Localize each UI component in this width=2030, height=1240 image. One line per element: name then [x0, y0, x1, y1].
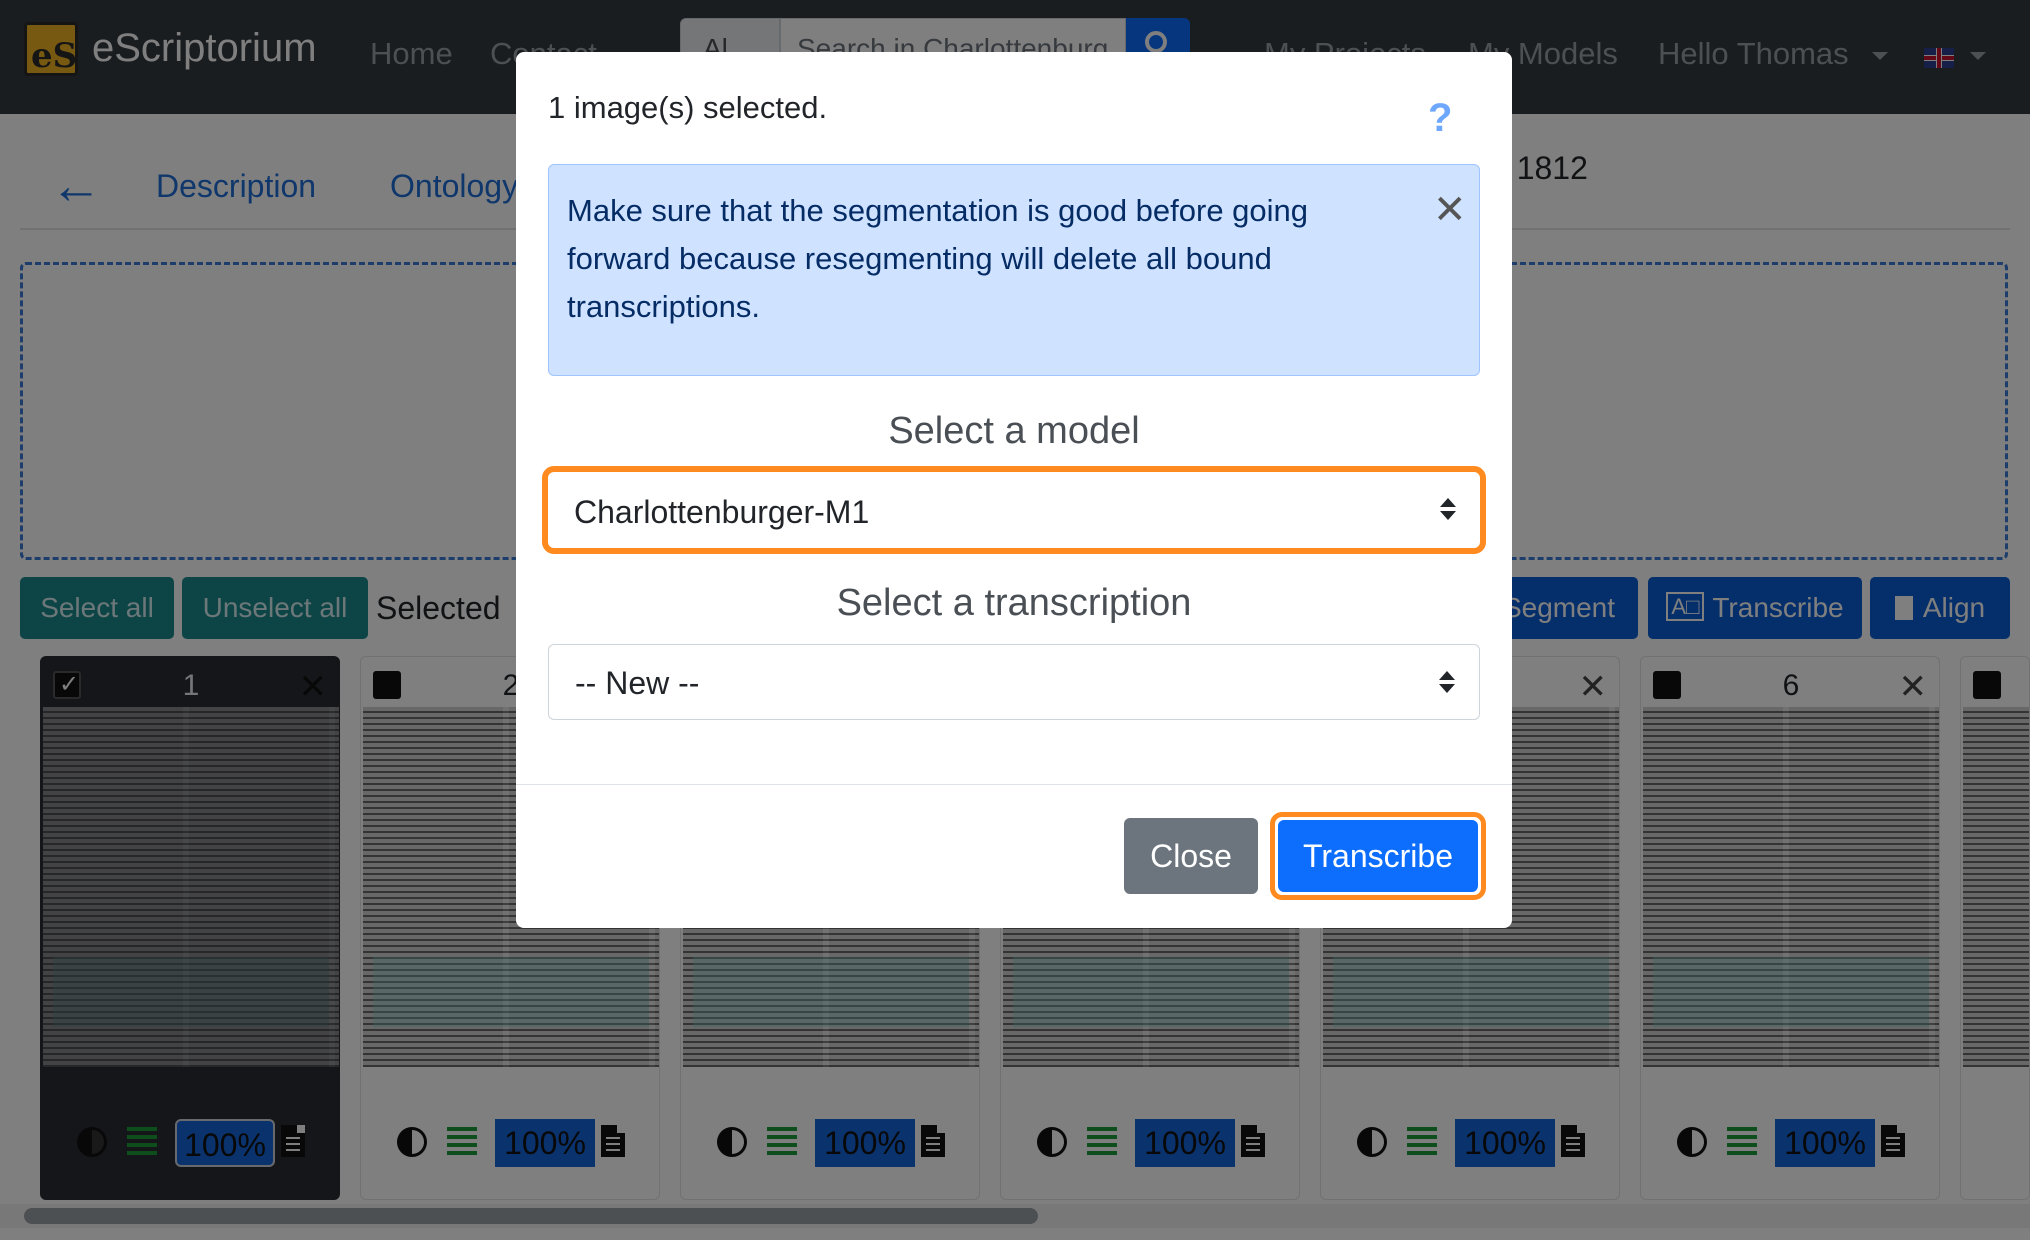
select-transcription-label: Select a transcription — [836, 582, 1192, 624]
model-select-value: Charlottenburger-M1 — [574, 494, 870, 530]
alert-message: Make sure that the segmentation is good … — [567, 193, 1309, 324]
transcribe-submit-button[interactable]: Transcribe — [1278, 820, 1478, 892]
select-arrows-icon — [1440, 498, 1456, 520]
help-icon[interactable]: ? — [1428, 96, 1452, 141]
close-button[interactable]: Close — [1124, 818, 1258, 894]
transcription-select-value: -- New -- — [575, 665, 700, 701]
transcription-select[interactable]: -- New -- — [548, 644, 1480, 720]
modal-title: 1 image(s) selected. — [548, 90, 828, 125]
select-model-label: Select a model — [888, 410, 1140, 452]
select-arrows-icon — [1439, 671, 1455, 693]
model-select[interactable]: Charlottenburger-M1 — [542, 466, 1486, 554]
transcribe-modal: 1 image(s) selected. ? Make sure that th… — [516, 52, 1512, 928]
modal-footer-divider — [516, 784, 1512, 785]
info-alert: Make sure that the segmentation is good … — [548, 164, 1480, 376]
close-icon[interactable]: ✕ — [1433, 187, 1467, 233]
